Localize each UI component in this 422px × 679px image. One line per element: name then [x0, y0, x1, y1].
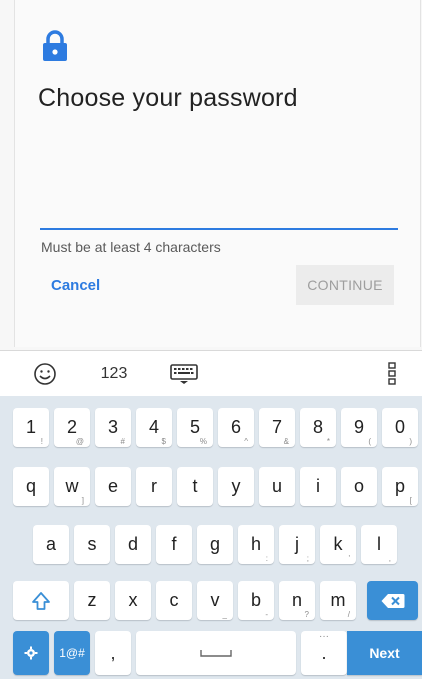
space-icon: [200, 650, 232, 657]
key-z[interactable]: z: [74, 581, 110, 620]
shift-key[interactable]: [13, 581, 69, 620]
key-6[interactable]: 6 ^: [218, 408, 254, 447]
key-k[interactable]: k ': [320, 525, 356, 564]
key-s[interactable]: s: [74, 525, 110, 564]
page-title: Choose your password: [38, 84, 298, 112]
key-d[interactable]: d: [115, 525, 151, 564]
key-b[interactable]: b-: [238, 581, 274, 620]
key-q[interactable]: q: [13, 467, 49, 506]
emoji-icon[interactable]: [30, 359, 60, 389]
key-7[interactable]: 7 &: [259, 408, 295, 447]
key-v[interactable]: v _: [197, 581, 233, 620]
key-5[interactable]: 5%: [177, 408, 213, 447]
keyboard-toolbar: 123: [0, 350, 422, 397]
backspace-key[interactable]: [367, 581, 418, 620]
key-u[interactable]: u: [259, 467, 295, 506]
shift-icon: [32, 591, 50, 610]
key-f[interactable]: f: [156, 525, 192, 564]
comma-key[interactable]: ,: [95, 631, 131, 675]
key-t[interactable]: t: [177, 467, 213, 506]
key-i[interactable]: i: [300, 467, 336, 506]
gear-icon: [24, 646, 38, 660]
key-a[interactable]: a: [33, 525, 69, 564]
keyboard-settings-icon[interactable]: [167, 359, 201, 389]
key-m[interactable]: m /: [320, 581, 356, 620]
next-key[interactable]: Next: [347, 631, 422, 675]
key-2[interactable]: 2 @: [54, 408, 90, 447]
key-g[interactable]: g: [197, 525, 233, 564]
password-input[interactable]: [40, 196, 398, 230]
period-key[interactable]: . ···: [301, 631, 347, 675]
key-9[interactable]: 9(: [341, 408, 377, 447]
key-e[interactable]: e: [95, 467, 131, 506]
symbols-key[interactable]: 1@#: [54, 631, 90, 675]
password-hint: Must be at least 4 characters: [41, 239, 221, 255]
key-3[interactable]: 3 #: [95, 408, 131, 447]
key-r[interactable]: r: [136, 467, 172, 506]
key-4[interactable]: 4 $: [136, 408, 172, 447]
key-0[interactable]: 0): [382, 408, 418, 447]
more-options-icon[interactable]: [382, 359, 402, 389]
settings-key[interactable]: [13, 631, 49, 675]
continue-button[interactable]: CONTINUE: [296, 265, 394, 305]
key-x[interactable]: x: [115, 581, 151, 620]
key-1[interactable]: 1!: [13, 408, 49, 447]
backspace-icon: [381, 593, 404, 608]
key-l[interactable]: l,: [361, 525, 397, 564]
key-j[interactable]: j;: [279, 525, 315, 564]
key-c[interactable]: c: [156, 581, 192, 620]
lock-icon: [43, 30, 67, 61]
key-8[interactable]: 8 *: [300, 408, 336, 447]
keyboard: 1! 2 @ 3 # 4 $ 5% 6 ^ 7 & 8 * 9( 0) q w] e r t…: [0, 396, 422, 679]
space-key[interactable]: [136, 631, 296, 675]
screen: Choose your password Must be at least 4 …: [0, 0, 422, 679]
key-n[interactable]: n?: [279, 581, 315, 620]
key-h[interactable]: h:: [238, 525, 274, 564]
key-w[interactable]: w]: [54, 467, 90, 506]
cancel-button[interactable]: Cancel: [51, 277, 100, 294]
key-y[interactable]: y: [218, 467, 254, 506]
key-p[interactable]: p[: [382, 467, 418, 506]
key-o[interactable]: o: [341, 467, 377, 506]
numbers-toggle[interactable]: 123: [94, 359, 134, 389]
